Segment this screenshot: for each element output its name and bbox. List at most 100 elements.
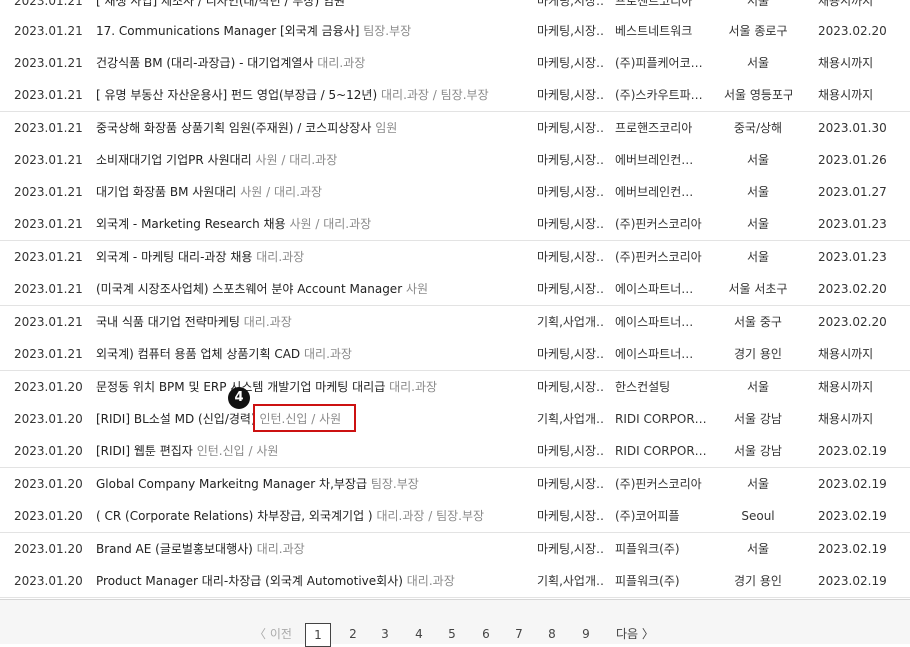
job-grade: 대리.과장 [389, 380, 438, 394]
annotation-step-badge: 4 [228, 387, 250, 409]
job-title-link[interactable]: (미국계 시장조사업체) 스포츠웨어 분야 Account Manager [96, 282, 402, 296]
company-name[interactable]: (주)핀커스코리아 [615, 468, 720, 500]
job-location: 서울 중구 [734, 315, 782, 329]
posting-date: 2023.01.21 [14, 282, 83, 296]
deadline: 2023.02.20 [818, 24, 887, 38]
deadline: 2023.01.27 [818, 185, 887, 199]
job-grade: 대리.과장 [256, 250, 305, 264]
job-title-link[interactable]: Product Manager 대리-차장급 (외국계 Automotive회사… [96, 574, 403, 588]
job-row: 2023.01.21 소비재대기업 기업PR 사원대리 사원 / 대리.과장 마케팅… [0, 144, 910, 177]
job-row: 2023.01.21 외국계) 컴퓨터 용품 업체 상품기획 CAD 대리.과장 마… [0, 338, 910, 371]
job-title-link[interactable]: 대기업 화장품 BM 사원대리 [96, 185, 236, 199]
job-row: 2023.01.21 국내 식품 대기업 전략마케팅 대리.과장 기획,사업개… 에이… [0, 306, 910, 339]
job-grade: 팀장.부장 [363, 24, 412, 38]
company-name[interactable]: 에버브레인컨… [615, 176, 720, 208]
job-row: 2023.01.20 [RIDI] BL소설 MD (신입/경력) 인턴.신입 /… [0, 403, 910, 436]
company-name[interactable]: 베스트네트워크 [615, 15, 720, 47]
next-page-link[interactable]: 다음 〉 [616, 623, 654, 645]
deadline: 2023.01.26 [818, 153, 887, 167]
company-name[interactable]: 프로핸즈코리아 [615, 112, 720, 144]
page-link[interactable]: 7 [511, 623, 527, 645]
job-grade: 인턴.신입 / 사원 [196, 444, 279, 458]
page-link[interactable]: 8 [544, 623, 560, 645]
job-grade: 사원 / 대리.과장 [240, 185, 322, 199]
job-category: 기획,사업개… [537, 574, 605, 588]
job-title-cell: 건강식품 BM (대리-과장급) - 대기업계열사 대리.과장 [96, 47, 526, 79]
page-current[interactable]: 1 [305, 623, 331, 647]
job-row: 2023.01.20 [RIDI] 웹툰 편집자 인턴.신입 / 사원 마케팅,시장… [0, 435, 910, 468]
posting-date: 2023.01.21 [14, 217, 83, 231]
job-location: 서울 [746, 542, 770, 556]
page-link[interactable]: 9 [578, 623, 594, 645]
deadline: 2023.01.30 [818, 121, 887, 135]
posting-date: 2023.01.20 [14, 574, 83, 588]
job-location: 서울 서초구 [728, 282, 788, 296]
posting-date: 2023.01.21 [14, 185, 83, 199]
job-title-cell: 17. Communications Manager [외국계 금융사] 팀장.… [96, 15, 526, 47]
job-title-cell: 대기업 화장품 BM 사원대리 사원 / 대리.과장 [96, 176, 526, 208]
company-name[interactable]: 에이스파트너… [615, 338, 720, 370]
job-row: 2023.01.20 ( CR (Corporate Relations) 차부장… [0, 500, 910, 533]
job-title-link[interactable]: Global Company Markeitng Manager 차,부장급 [96, 477, 367, 491]
deadline: 2023.01.23 [818, 217, 887, 231]
company-name[interactable]: (주)핀커스코리아 [615, 241, 720, 273]
job-category: 마케팅,시장… [537, 347, 605, 361]
job-category: 기획,사업개… [537, 315, 605, 329]
job-grade: 임원 [375, 121, 398, 135]
company-name[interactable]: 에버브레인컨… [615, 144, 720, 176]
posting-date: 2023.01.21 [14, 250, 83, 264]
job-row: 2023.01.21 [ 유명 부동산 자산운용사] 펀드 영업(부장급 / 5~… [0, 79, 910, 112]
company-name[interactable]: 에이스파트너… [615, 273, 720, 305]
posting-date: 2023.01.20 [14, 509, 83, 523]
job-title-link[interactable]: 17. Communications Manager [외국계 금융사] [96, 24, 359, 38]
company-name[interactable]: (주)스카우트파… [615, 79, 720, 111]
company-name[interactable]: RIDI CORPOR… [615, 435, 720, 467]
deadline: 2023.02.19 [818, 542, 887, 556]
company-name[interactable]: 에이스파트너… [615, 306, 720, 338]
job-row: 2023.01.20 Brand AE (글로벌홍보대행사) 대리.과장 마케팅,시… [0, 533, 910, 566]
job-title-link[interactable]: 외국계 - 마케팅 대리-과장 채용 [96, 250, 252, 264]
job-title-link[interactable]: [ 재생 사업] 제조사 / 디자인(대/작년 / 부장) 임원 [96, 0, 345, 8]
company-name[interactable]: 피플워크(주) [615, 533, 720, 565]
annotation-highlight-box [253, 404, 356, 432]
job-title-link[interactable]: 중국상해 화장품 상품기획 임원(주재원) / 코스피상장사 [96, 121, 371, 135]
posting-date: 2023.01.21 [14, 347, 83, 361]
company-name[interactable]: 한스컨설팅 [615, 371, 720, 403]
deadline: 2023.02.19 [818, 509, 887, 523]
job-title-link[interactable]: 외국계 - Marketing Research 채용 [96, 217, 286, 231]
deadline: 2023.02.19 [818, 477, 887, 491]
job-row: 2023.01.21 17. Communications Manager [외국… [0, 15, 910, 48]
job-title-link[interactable]: 국내 식품 대기업 전략마케팅 [96, 315, 240, 329]
page-link[interactable]: 5 [444, 623, 460, 645]
page-link[interactable]: 6 [478, 623, 494, 645]
job-row: 2023.01.21 (미국계 시장조사업체) 스포츠웨어 분야 Account … [0, 273, 910, 306]
company-name[interactable]: 피플워크(주) [615, 565, 720, 597]
job-title-link[interactable]: [RIDI] 웹툰 편집자 [96, 444, 193, 458]
job-location: 서울 종로구 [728, 24, 788, 38]
prev-page-link[interactable]: 〈 이전 [254, 623, 292, 645]
job-category: 마케팅,시장… [537, 185, 605, 199]
deadline: 채용시까지 [818, 88, 874, 102]
job-title-link[interactable]: [ 유명 부동산 자산운용사] 펀드 영업(부장급 / 5~12년) [96, 88, 377, 102]
page-link[interactable]: 2 [345, 623, 361, 645]
job-title-cell: [RIDI] 웹툰 편집자 인턴.신입 / 사원 [96, 435, 526, 467]
posting-date: 2023.01.21 [14, 121, 83, 135]
job-title-link[interactable]: Brand AE (글로벌홍보대행사) [96, 542, 253, 556]
posting-date: 2023.01.20 [14, 477, 83, 491]
page-link[interactable]: 3 [377, 623, 393, 645]
page-link[interactable]: 4 [411, 623, 427, 645]
job-title-link[interactable]: 외국계) 컴퓨터 용품 업체 상품기획 CAD [96, 347, 300, 361]
job-title-link[interactable]: 소비재대기업 기업PR 사원대리 [96, 153, 252, 167]
job-category: 마케팅,시장… [537, 121, 605, 135]
company-name[interactable]: (주)코어피플 [615, 500, 720, 532]
job-title-link[interactable]: [RIDI] BL소설 MD (신입/경력) [96, 412, 256, 426]
job-title-cell: ( CR (Corporate Relations) 차부장급, 외국계기업 )… [96, 500, 526, 532]
posting-date: 2023.01.21 [14, 56, 83, 70]
job-title-link[interactable]: 건강식품 BM (대리-과장급) - 대기업계열사 [96, 56, 313, 70]
job-title-link[interactable]: ( CR (Corporate Relations) 차부장급, 외국계기업 ) [96, 509, 373, 523]
job-title-cell: 외국계 - 마케팅 대리-과장 채용 대리.과장 [96, 241, 526, 273]
company-name[interactable]: (주)핀커스코리아 [615, 208, 720, 240]
job-title-cell: 국내 식품 대기업 전략마케팅 대리.과장 [96, 306, 526, 338]
company-name[interactable]: RIDI CORPOR… [615, 403, 720, 435]
company-name[interactable]: (주)피플케어코… [615, 47, 720, 79]
